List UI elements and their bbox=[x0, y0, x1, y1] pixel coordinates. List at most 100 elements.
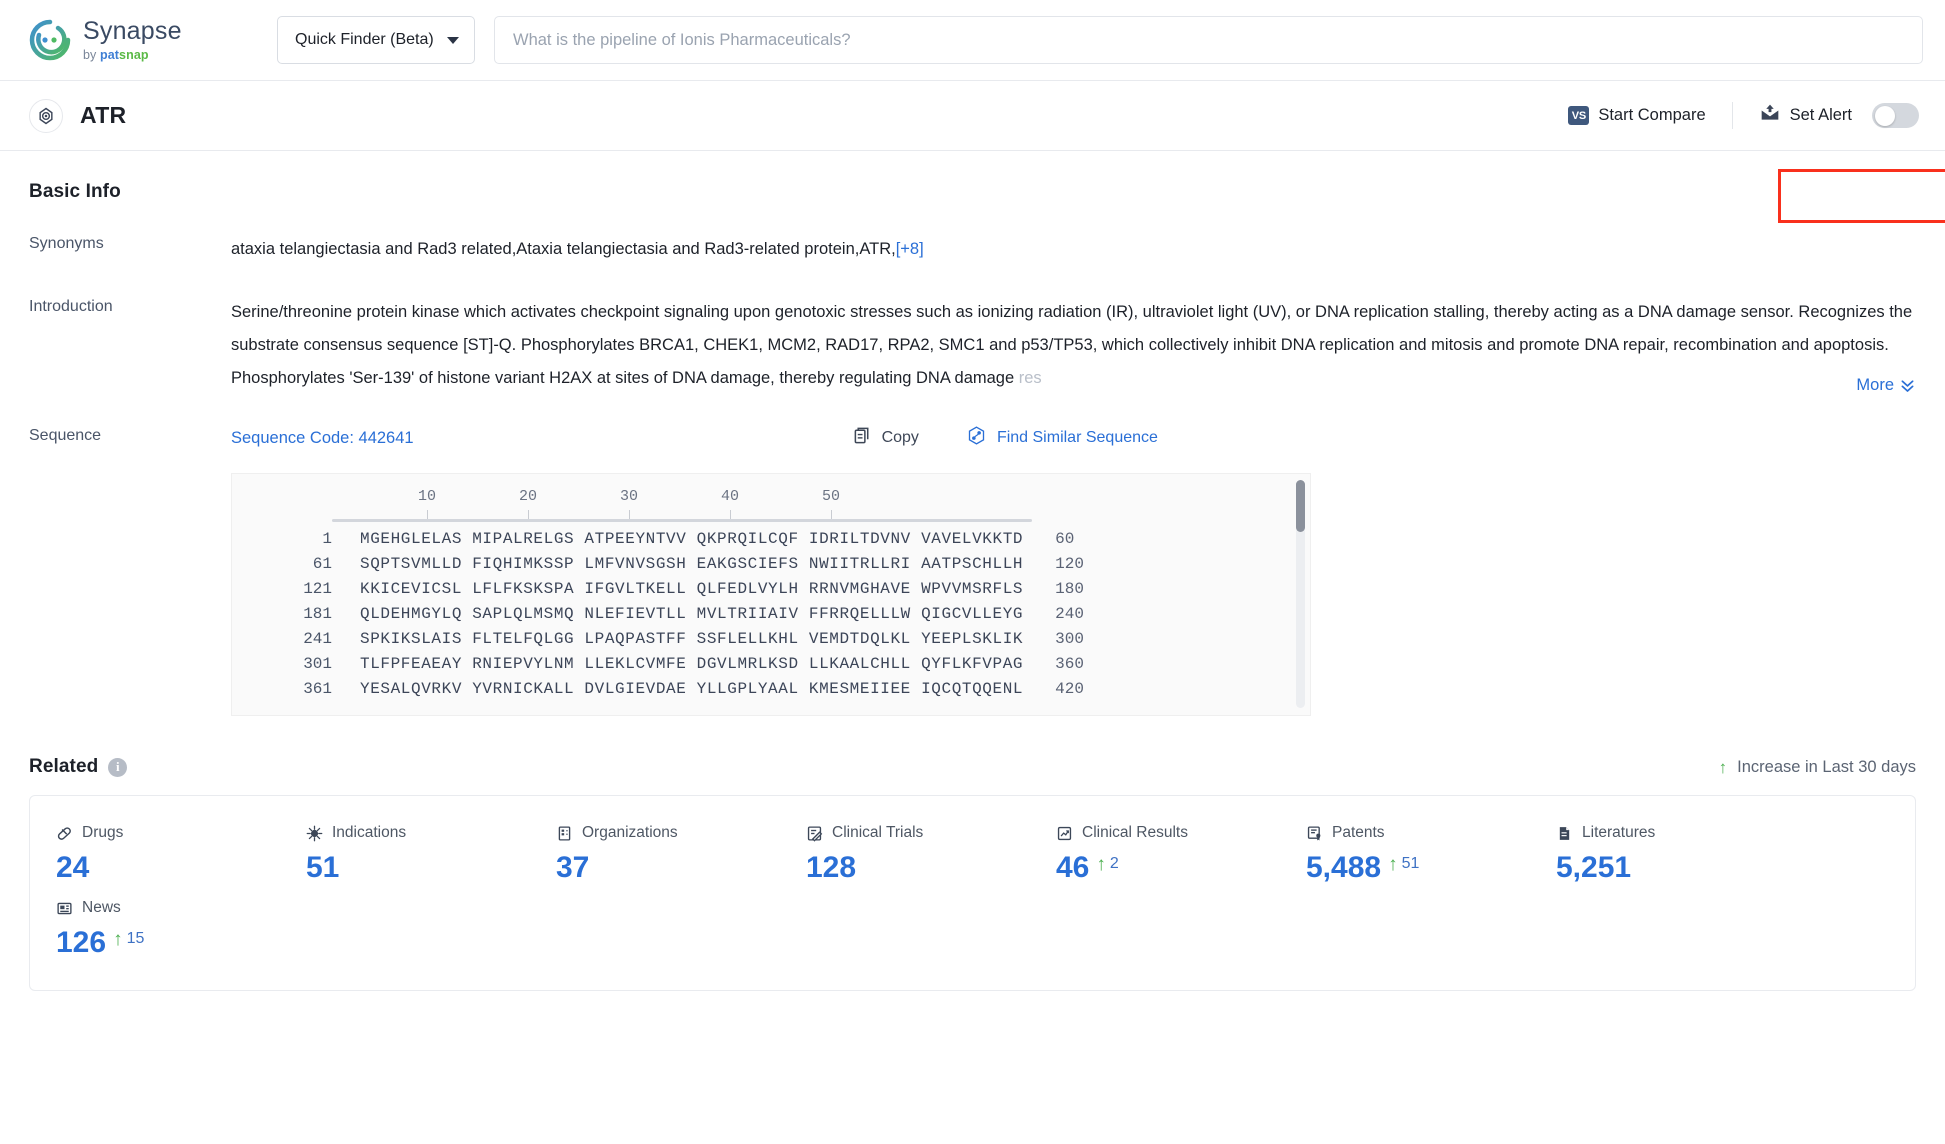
introduction-text: Serine/threonine protein kinase which ac… bbox=[231, 296, 1916, 395]
sequence-end-index: 360 bbox=[1055, 655, 1084, 673]
arrow-up-icon: ↑ bbox=[1096, 854, 1106, 875]
increase-legend-label: Increase in Last 30 days bbox=[1737, 757, 1916, 776]
sequence-viewer[interactable]: 10 20 30 40 50 1 MGEHGLELAS MIPALRELGS A… bbox=[231, 473, 1311, 716]
patent-icon bbox=[1306, 825, 1323, 842]
arrow-up-icon: ↑ bbox=[113, 929, 123, 950]
sequence-ruler: 10 20 30 40 50 bbox=[332, 484, 1032, 530]
stat-indications[interactable]: Indications 51 bbox=[306, 824, 556, 885]
building-icon bbox=[556, 825, 573, 842]
quick-finder-label: Quick Finder (Beta) bbox=[295, 31, 434, 48]
synapse-logo-icon bbox=[28, 18, 72, 62]
basic-info-title: Basic Info bbox=[29, 181, 121, 202]
sequence-end-index: 240 bbox=[1055, 605, 1084, 623]
introduction-more-button[interactable]: More bbox=[1854, 376, 1916, 395]
stat-clinical-results[interactable]: Clinical Results 46 ↑ 2 bbox=[1056, 824, 1306, 885]
stat-value: 51 bbox=[306, 851, 340, 884]
sequence-start-index: 361 bbox=[303, 680, 332, 698]
stat-delta-value: 51 bbox=[1401, 855, 1420, 872]
sequence-residues: YESALQVRKV YVRNICKALL DVLGIEVDAE YLLGPLY… bbox=[360, 680, 1024, 698]
sequence-end-index: 180 bbox=[1055, 580, 1084, 598]
sequence-row-line: 61 SQPTSVMLLD FIQHIMKSSP LMFVNVSGSH EAKG… bbox=[232, 555, 1310, 580]
sequence-scrollbar-thumb[interactable] bbox=[1296, 480, 1305, 532]
synonyms-value: ataxia telangiectasia and Rad3 related,A… bbox=[231, 233, 924, 266]
introduction-label: Introduction bbox=[29, 298, 113, 315]
stat-label: Indications bbox=[332, 824, 407, 841]
similar-sequence-icon bbox=[966, 425, 987, 451]
sequence-row-line: 241 SPKIKSLAIS FLTELFQLGG LPAQPASTFF SSF… bbox=[232, 630, 1310, 655]
stat-delta: ↑ 51 bbox=[1388, 855, 1419, 874]
sequence-start-index: 1 bbox=[322, 530, 332, 548]
stat-label: Drugs bbox=[82, 824, 124, 841]
synonyms-label: Synonyms bbox=[29, 235, 104, 252]
related-stats-grid: Drugs 24 Indications 51 Organizations 37… bbox=[56, 824, 1915, 974]
brand-name: Synapse bbox=[83, 16, 182, 45]
info-icon[interactable]: i bbox=[108, 757, 128, 777]
find-similar-sequence-button[interactable]: Find Similar Sequence bbox=[966, 425, 1158, 451]
set-alert-label: Set Alert bbox=[1789, 106, 1852, 124]
stat-label: Clinical Trials bbox=[832, 824, 924, 841]
ruler-tick: 20 bbox=[518, 488, 538, 521]
synonyms-row: Synonyms ataxia telangiectasia and Rad3 … bbox=[29, 233, 1916, 266]
stat-label: Patents bbox=[1332, 824, 1385, 841]
sequence-residues: SQPTSVMLLD FIQHIMKSSP LMFVNVSGSH EAKGSCI… bbox=[360, 555, 1024, 573]
quick-finder-dropdown[interactable]: Quick Finder (Beta) bbox=[277, 16, 475, 64]
stat-delta: ↑ 15 bbox=[113, 930, 144, 949]
stat-value: 46 bbox=[1056, 851, 1090, 884]
sequence-end-index: 60 bbox=[1055, 530, 1075, 548]
sequence-row-line: 1 MGEHGLELAS MIPALRELGS ATPEEYNTVV QKPRQ… bbox=[232, 530, 1310, 555]
virus-icon bbox=[306, 825, 323, 842]
related-stats-card: Drugs 24 Indications 51 Organizations 37… bbox=[29, 795, 1916, 991]
sequence-code-link[interactable]: Sequence Code: 442641 bbox=[231, 429, 414, 448]
sequence-start-index: 121 bbox=[303, 580, 332, 598]
copy-label: Copy bbox=[881, 429, 919, 446]
sequence-start-index: 301 bbox=[303, 655, 332, 673]
chevron-double-down-icon bbox=[1899, 377, 1916, 394]
header-actions: VS Start Compare Set Alert bbox=[1542, 81, 1945, 150]
ruler-tick: 40 bbox=[720, 488, 740, 521]
chevron-down-icon bbox=[447, 36, 459, 44]
start-compare-button[interactable]: VS Start Compare bbox=[1542, 81, 1731, 150]
copy-sequence-button[interactable]: Copy bbox=[853, 426, 919, 450]
entity-header: ATR VS Start Compare Set Alert bbox=[0, 81, 1945, 223]
set-alert-button[interactable]: Set Alert bbox=[1733, 81, 1945, 150]
stat-clinical-trials[interactable]: Clinical Trials 128 bbox=[806, 824, 1056, 885]
stat-patents[interactable]: Patents 5,488 ↑ 51 bbox=[1306, 824, 1556, 885]
sequence-residues: SPKIKSLAIS FLTELFQLGG LPAQPASTFF SSFLELL… bbox=[360, 630, 1024, 648]
stat-news[interactable]: News 126 ↑ 15 bbox=[56, 899, 306, 960]
ruler-tick: 50 bbox=[821, 488, 841, 521]
start-compare-label: Start Compare bbox=[1598, 106, 1706, 124]
target-icon bbox=[29, 98, 63, 133]
sequence-row-line: 301 TLFPFEAEAY RNIEPVYLNM LLEKLCVMFE DGV… bbox=[232, 655, 1310, 680]
sequence-label: Sequence bbox=[29, 427, 102, 444]
stat-drugs[interactable]: Drugs 24 bbox=[56, 824, 306, 885]
sequence-end-index: 300 bbox=[1055, 630, 1084, 648]
stat-label: News bbox=[82, 899, 121, 916]
stat-label: Organizations bbox=[582, 824, 678, 841]
sequence-row-line: 181 QLDEHMGYLQ SAPLQLMSMQ NLEFIEVTLL MVL… bbox=[232, 605, 1310, 630]
main-content: Basic Info Synonyms ataxia telangiectasi… bbox=[0, 151, 1945, 991]
literature-icon bbox=[1556, 825, 1573, 842]
vs-icon: VS bbox=[1568, 106, 1590, 125]
stat-delta-value: 15 bbox=[126, 930, 145, 947]
sequence-row-line: 121 KKICEVICSL LFLFKSKSPA IFGVLTKELL QLF… bbox=[232, 580, 1310, 605]
ruler-line bbox=[332, 519, 1032, 522]
brand-tagline: by patsnap bbox=[83, 47, 149, 62]
arrow-up-icon: ↑ bbox=[1388, 854, 1398, 875]
synonyms-more-link[interactable]: [+8] bbox=[896, 240, 924, 258]
brand-logo[interactable]: Synapse by patsnap bbox=[28, 18, 238, 62]
related-title: Related bbox=[29, 756, 99, 777]
stat-value: 24 bbox=[56, 851, 90, 884]
search-input[interactable] bbox=[513, 30, 1904, 50]
stat-literatures[interactable]: Literatures 5,251 bbox=[1556, 824, 1806, 885]
synonyms-text: ataxia telangiectasia and Rad3 related,A… bbox=[231, 240, 896, 258]
stat-organizations[interactable]: Organizations 37 bbox=[556, 824, 806, 885]
search-box[interactable] bbox=[494, 16, 1923, 64]
page-title: ATR bbox=[80, 102, 127, 128]
mail-alert-icon bbox=[1759, 103, 1781, 128]
stat-value: 128 bbox=[806, 851, 857, 884]
sequence-residues: KKICEVICSL LFLFKSKSPA IFGVLTKELL QLFEDLV… bbox=[360, 580, 1024, 598]
stat-value: 5,251 bbox=[1556, 851, 1632, 884]
set-alert-toggle[interactable] bbox=[1872, 103, 1919, 128]
top-bar: Synapse by patsnap Quick Finder (Beta) bbox=[0, 0, 1945, 81]
sequence-row: Sequence Sequence Code: 442641 Copy Find… bbox=[29, 425, 1916, 716]
